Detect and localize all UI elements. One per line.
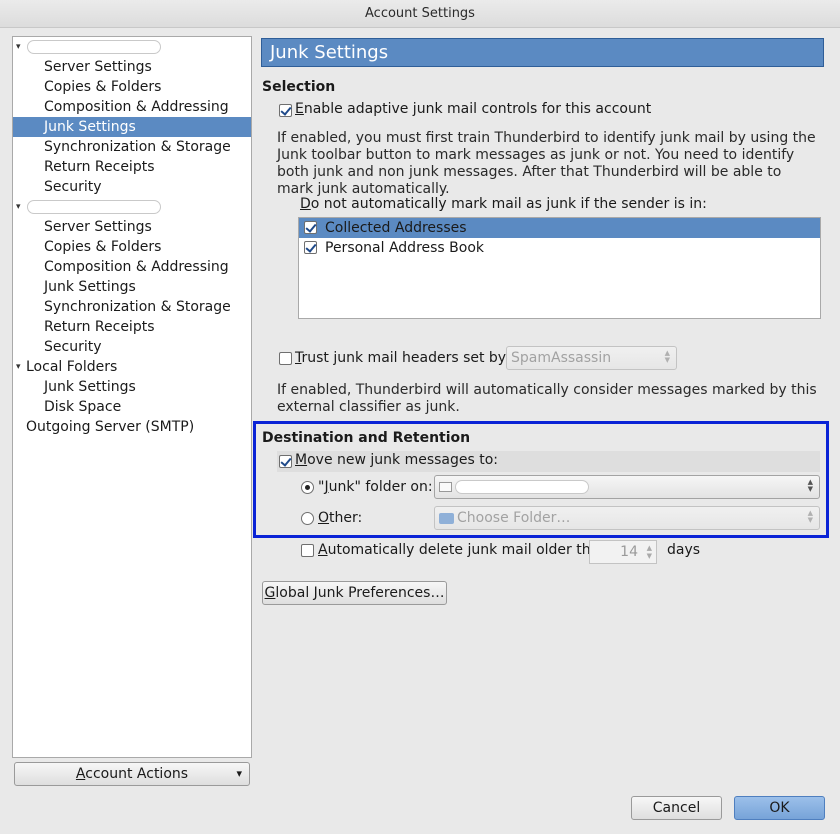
sidebar-item[interactable]: Security xyxy=(13,337,251,357)
sidebar-item[interactable]: Synchronization & Storage xyxy=(13,297,251,317)
sidebar-item[interactable]: Security xyxy=(13,177,251,197)
global-junk-preferences-button[interactable]: Global Junk Preferences… xyxy=(262,581,447,605)
account-actions-label: Account Actions xyxy=(75,766,189,782)
select-arrows-icon: ▲ ▼ xyxy=(664,349,670,364)
sidebar-item[interactable]: Return Receipts xyxy=(13,157,251,177)
sidebar-item-label: Synchronization & Storage xyxy=(44,139,231,155)
window-title: Account Settings xyxy=(0,0,840,28)
auto-delete-days-value: 14 xyxy=(620,544,638,560)
sidebar-item[interactable]: ▾ xyxy=(13,37,251,57)
selection-heading: Selection xyxy=(262,79,336,95)
sidebar-item[interactable]: ▾ xyxy=(13,197,251,217)
sidebar-item[interactable]: Junk Settings xyxy=(13,377,251,397)
spin-arrows-icon[interactable]: ▲ ▼ xyxy=(647,544,652,560)
list-item-label: Collected Addresses xyxy=(325,220,467,236)
sidebar-item[interactable]: Outgoing Server (SMTP) xyxy=(13,417,251,437)
list-item[interactable]: Personal Address Book xyxy=(299,238,820,258)
sidebar-item[interactable]: Junk Settings xyxy=(13,277,251,297)
expand-twisty-icon[interactable]: ▾ xyxy=(16,357,21,377)
sidebar-item-label: Server Settings xyxy=(44,219,152,235)
chevron-down-icon: ▾ xyxy=(236,767,242,780)
sidebar-item[interactable]: ▾ Local Folders xyxy=(13,357,251,377)
sidebar-item[interactable]: Synchronization & Storage xyxy=(13,137,251,157)
trust-headers-value: SpamAssassin xyxy=(511,350,612,366)
expand-twisty-icon[interactable]: ▾ xyxy=(16,197,21,217)
list-item-label: Personal Address Book xyxy=(325,240,485,256)
panel-title: Junk Settings xyxy=(261,38,824,67)
trust-headers-checkbox[interactable] xyxy=(279,352,292,365)
sidebar-item[interactable]: Server Settings xyxy=(13,57,251,77)
sidebar-item-label: Local Folders xyxy=(26,359,118,375)
sidebar-item[interactable]: Return Receipts xyxy=(13,317,251,337)
whitelist-label: Do not automatically mark mail as junk i… xyxy=(300,196,707,212)
sidebar-item-label: Return Receipts xyxy=(44,319,155,335)
redacted-account-name xyxy=(27,40,161,54)
expand-twisty-icon[interactable]: ▾ xyxy=(16,37,21,57)
auto-delete-checkbox[interactable] xyxy=(301,544,314,557)
sidebar-item[interactable]: Copies & Folders xyxy=(13,237,251,257)
adaptive-junk-label[interactable]: Enable adaptive junk mail controls for t… xyxy=(295,101,651,117)
sidebar-item-label: Security xyxy=(44,179,102,195)
sidebar-item-label: Junk Settings xyxy=(44,119,136,135)
address-book-list[interactable]: Collected Addresses Personal Address Boo… xyxy=(298,217,821,319)
redacted-account-name xyxy=(27,200,161,214)
cancel-button[interactable]: Cancel xyxy=(631,796,722,820)
highlight-box xyxy=(253,421,829,538)
account-actions-button[interactable]: Account Actions ▾ xyxy=(14,762,250,786)
account-tree[interactable]: ▾ Server Settings Copies & Folders Composit… xyxy=(12,36,252,758)
adaptive-explanation: If enabled, you must first train Thunder… xyxy=(277,130,816,197)
sidebar-item-label: Copies & Folders xyxy=(44,79,162,95)
sidebar-item-label: Disk Space xyxy=(44,399,122,415)
collected-addresses-checkbox[interactable] xyxy=(304,221,317,234)
adaptive-junk-checkbox[interactable] xyxy=(279,104,292,117)
sidebar-item-label: Junk Settings xyxy=(44,279,136,295)
trust-explanation: If enabled, Thunderbird will automatical… xyxy=(277,382,817,415)
auto-delete-days-input[interactable]: 14 ▲ ▼ xyxy=(589,540,657,564)
personal-address-book-checkbox[interactable] xyxy=(304,241,317,254)
sidebar-item-label: Composition & Addressing xyxy=(44,259,229,275)
list-item[interactable]: Collected Addresses xyxy=(299,218,820,238)
auto-delete-unit: days xyxy=(667,542,701,558)
sidebar-item[interactable]: Disk Space xyxy=(13,397,251,417)
sidebar-item-label: Server Settings xyxy=(44,59,152,75)
sidebar-item[interactable]: Composition & Addressing xyxy=(13,257,251,277)
sidebar-item-label: Junk Settings xyxy=(44,379,136,395)
sidebar-item[interactable]: Composition & Addressing xyxy=(13,97,251,117)
sidebar-item[interactable]: Copies & Folders xyxy=(13,77,251,97)
sidebar-item-label: Return Receipts xyxy=(44,159,155,175)
sidebar-item-label: Security xyxy=(44,339,102,355)
trust-headers-label[interactable]: Trust junk mail headers set by: xyxy=(295,350,510,366)
sidebar-item-label: Copies & Folders xyxy=(44,239,162,255)
auto-delete-label[interactable]: Automatically delete junk mail older tha… xyxy=(318,542,608,558)
trust-headers-select[interactable]: SpamAssassin ▲ ▼ xyxy=(506,346,677,370)
sidebar-item[interactable]: Junk Settings xyxy=(13,117,251,137)
sidebar-item-label: Composition & Addressing xyxy=(44,99,229,115)
ok-button[interactable]: OK xyxy=(734,796,825,820)
sidebar-item-label: Synchronization & Storage xyxy=(44,299,231,315)
sidebar-item[interactable]: Server Settings xyxy=(13,217,251,237)
sidebar-item-label: Outgoing Server (SMTP) xyxy=(26,419,195,435)
